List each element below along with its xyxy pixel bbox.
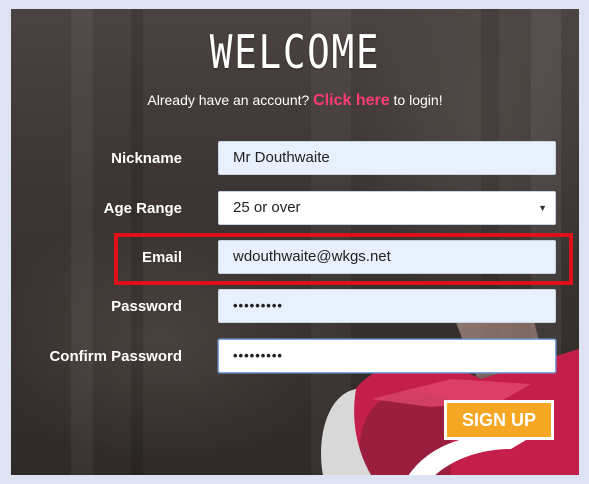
password-label: Password [111, 298, 182, 315]
login-prompt-suffix: to login! [393, 92, 443, 108]
signup-panel: WELCOME Already have an account? Click h… [11, 9, 579, 475]
login-prompt: Already have an account? Click here to l… [11, 92, 579, 110]
age-range-value: 25 or over [233, 199, 301, 216]
age-range-select[interactable]: 25 or over ▼ [218, 191, 556, 225]
page-title: WELCOME [209, 25, 381, 79]
nickname-input[interactable]: Mr Douthwaite [218, 141, 556, 175]
login-link[interactable]: Click here [313, 92, 389, 109]
signup-button[interactable]: SIGN UP [444, 400, 554, 440]
age-range-label: Age Range [103, 200, 182, 217]
caret-down-icon: ▼ [538, 203, 547, 213]
nickname-label: Nickname [111, 150, 182, 167]
confirm-password-field[interactable]: ••••••••• [218, 339, 556, 373]
password-field[interactable]: ••••••••• [218, 289, 556, 323]
login-prompt-text: Already have an account? [147, 92, 310, 108]
confirm-password-label: Confirm Password [49, 348, 182, 365]
email-highlight-box [114, 233, 573, 285]
